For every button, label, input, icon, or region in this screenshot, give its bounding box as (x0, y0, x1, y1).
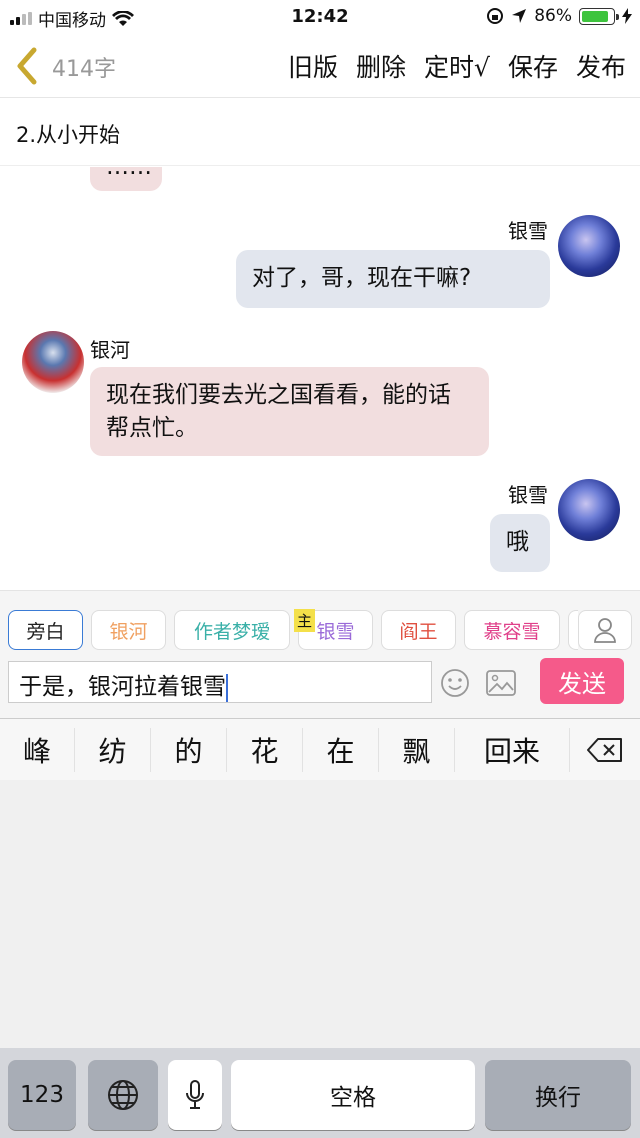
candidate-word[interactable]: 的 (151, 727, 227, 772)
role-yanwang[interactable]: 阎王 (381, 610, 456, 650)
role-author[interactable]: 作者梦瑷 (174, 610, 290, 650)
publish-button[interactable]: 发布 (576, 48, 626, 84)
role-label: 慕容雪 (483, 620, 541, 643)
add-role-button[interactable] (578, 610, 632, 650)
candidate-word[interactable]: 花 (227, 727, 303, 772)
delete-button[interactable]: 删除 (356, 48, 406, 84)
word-count: 414字 (52, 57, 116, 82)
keyboard-bottom-row: 123 空格 换行 (0, 1048, 640, 1138)
person-icon (594, 618, 616, 643)
top-nav: 414字 旧版 删除 定时√ 保存 发布 (0, 34, 640, 98)
battery-icon (579, 7, 619, 25)
dictation-key[interactable] (168, 1060, 222, 1130)
avatar-yinhe[interactable] (22, 331, 84, 393)
message-bubble[interactable]: 哦 (490, 514, 550, 572)
role-label: 银雪 (316, 620, 355, 643)
candidate-word[interactable]: 回来 (455, 727, 570, 772)
candidate-word[interactable]: 纺 (75, 727, 151, 772)
avatar-yinxue[interactable] (558, 479, 620, 541)
back-button[interactable] (12, 46, 46, 86)
chapter-title[interactable]: 2.从小开始 (0, 99, 640, 166)
message-bubble[interactable]: 对了，哥，现在干嘛? (236, 250, 550, 308)
ime-candidate-bar: 峰 纺 的 花 在 飘 回来 (0, 718, 640, 780)
globe-icon (108, 1080, 138, 1110)
avatar-yinxue[interactable] (558, 215, 620, 277)
rotation-lock-icon (487, 8, 504, 24)
charging-icon (622, 8, 632, 24)
input-text: 于是，银河拉着银雪 (19, 674, 226, 700)
role-narrator[interactable]: 旁白 (8, 610, 83, 650)
role-yinhe[interactable]: 银河 (91, 610, 166, 650)
status-bar: 中国移动 12:42 86% (0, 0, 640, 34)
old-version-button[interactable]: 旧版 (288, 48, 338, 84)
chevron-left-icon (17, 47, 37, 85)
role-overflow[interactable] (568, 610, 578, 650)
message-text: 哦 (506, 529, 529, 555)
numbers-key[interactable]: 123 (8, 1060, 76, 1130)
backspace-icon (587, 737, 622, 762)
battery-percent: 86% (534, 6, 572, 26)
candidate-word[interactable]: 峰 (0, 727, 75, 772)
sender-name: 银雪 (508, 483, 548, 507)
message-text: 现在我们要去光之国看看，能的话帮点忙。 (106, 382, 451, 441)
space-key[interactable]: 空格 (231, 1060, 475, 1130)
image-icon[interactable] (486, 670, 516, 696)
message-input[interactable]: 于是，银河拉着银雪 (8, 661, 432, 703)
location-icon (512, 9, 527, 23)
text-caret (226, 673, 228, 702)
return-key[interactable]: 换行 (485, 1060, 631, 1130)
role-label: 阎王 (399, 620, 438, 643)
compose-panel: 旁白 银河 作者梦瑷 银雪 主 阎王 慕容雪 于是，银河拉着银雪 发送 (0, 590, 640, 718)
backspace-key[interactable] (570, 728, 640, 772)
role-label: 作者梦瑷 (193, 620, 270, 643)
globe-key[interactable] (88, 1060, 158, 1130)
send-button[interactable]: 发送 (540, 658, 624, 704)
role-label: 旁白 (26, 620, 65, 643)
message-bubble[interactable]: …… (90, 167, 162, 191)
emoji-icon[interactable] (440, 668, 470, 698)
save-button[interactable]: 保存 (508, 48, 558, 84)
sender-name: 银雪 (508, 219, 548, 243)
candidate-word[interactable]: 飘 (379, 727, 455, 772)
schedule-button[interactable]: 定时√ (424, 48, 490, 84)
role-murongxue[interactable]: 慕容雪 (464, 610, 560, 650)
main-character-badge: 主 (294, 609, 316, 632)
message-bubble[interactable]: 现在我们要去光之国看看，能的话帮点忙。 (90, 367, 489, 456)
message-text: 对了，哥，现在干嘛? (252, 265, 472, 291)
role-label: 银河 (109, 620, 148, 643)
message-text: …… (106, 167, 152, 180)
candidate-word[interactable]: 在 (303, 727, 379, 772)
microphone-icon (186, 1080, 204, 1109)
chat-area[interactable]: …… 银雪 对了，哥，现在干嘛? 银河 现在我们要去光之国看看，能的话帮点忙。 … (0, 167, 640, 590)
sender-name: 银河 (90, 338, 130, 362)
